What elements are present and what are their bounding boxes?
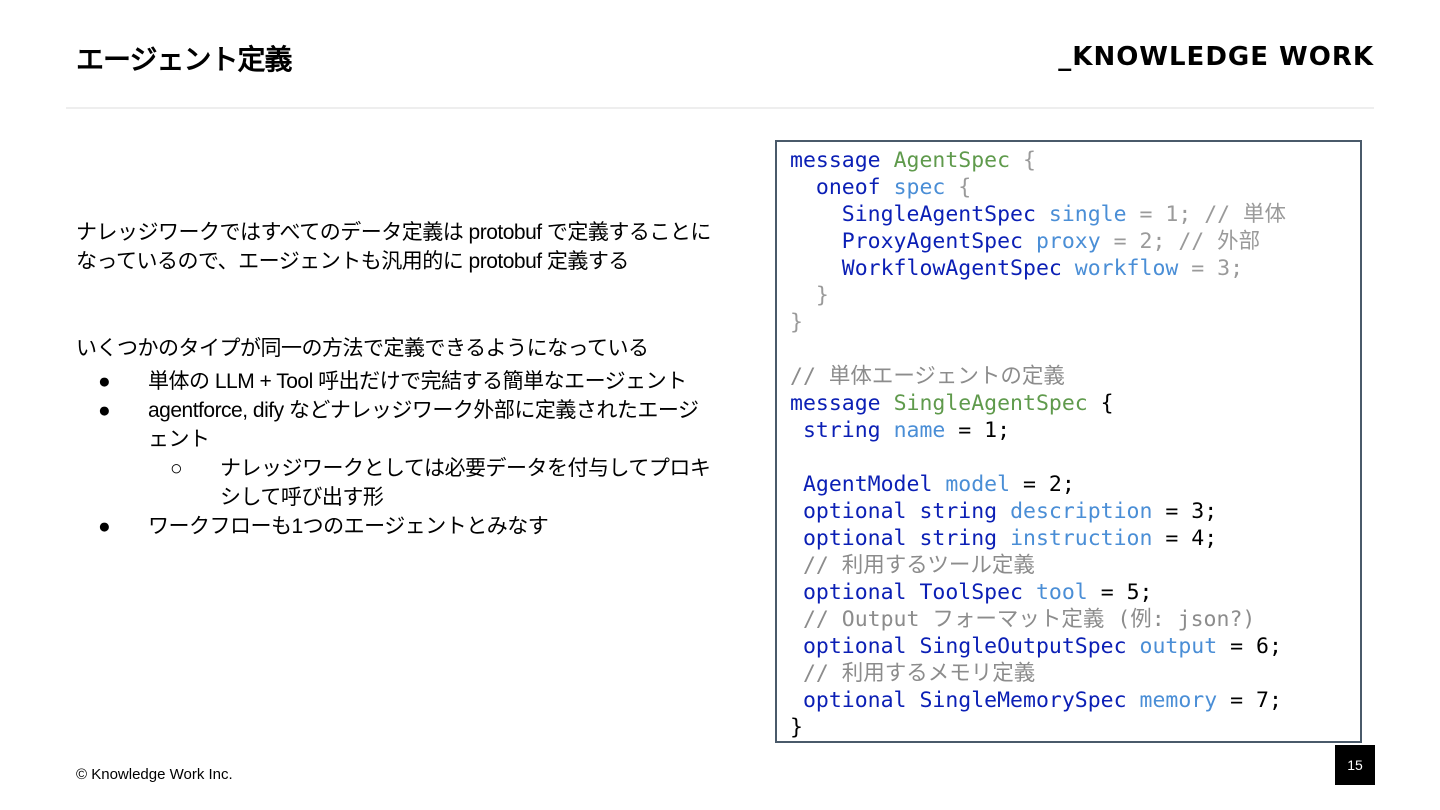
- code-token: optional SingleMemorySpec: [790, 688, 1140, 713]
- code-line: oneof spec {: [790, 174, 1360, 201]
- code-token: ProxyAgentSpec: [790, 229, 1036, 254]
- code-token: = 1; // 単体: [1139, 202, 1287, 227]
- list-item: ● ワークフローも1つのエージェントとみなす: [76, 512, 716, 541]
- bullet-icon: ●: [98, 399, 111, 422]
- code-token: }: [790, 310, 803, 335]
- bullet-list: ● 単体の LLM + Tool 呼出だけで完結する簡単なエージェント ● ag…: [76, 367, 716, 541]
- code-line: optional string instruction = 4;: [790, 525, 1360, 552]
- sub-bullet-list: ○ ナレッジワークとしては必要データを付与してプロキシして呼び出す形: [148, 454, 716, 512]
- code-token: instruction: [1010, 526, 1166, 551]
- code-token: = 2; // 外部: [1113, 229, 1261, 254]
- code-token: // Output フォーマット定義 (例: json?): [790, 607, 1256, 632]
- code-token: AgentSpec: [893, 148, 1024, 173]
- code-token: SingleAgentSpec: [893, 391, 1101, 416]
- code-line: }: [790, 282, 1360, 309]
- code-token: = 2;: [1023, 472, 1075, 497]
- intro-paragraph: ナレッジワークではすべてのデータ定義は protobuf で定義することになって…: [76, 221, 711, 273]
- bullet-icon: ●: [98, 370, 111, 393]
- code-token: spec: [893, 175, 959, 200]
- code-token: description: [1010, 499, 1166, 524]
- code-token: }: [790, 715, 803, 740]
- code-token: oneof: [790, 175, 894, 200]
- code-token: optional string: [790, 499, 1011, 524]
- code-token: proxy: [1035, 229, 1114, 254]
- list-item-text: agentforce, dify などナレッジワーク外部に定義されたエージェント: [148, 399, 699, 451]
- code-line: }: [790, 714, 1360, 741]
- code-token: WorkflowAgentSpec: [790, 256, 1075, 281]
- code-token: = 3;: [1191, 256, 1244, 281]
- code-line: WorkflowAgentSpec workflow = 3;: [790, 255, 1360, 282]
- code-token: tool: [1035, 580, 1101, 605]
- code-line: optional SingleMemorySpec memory = 7;: [790, 687, 1360, 714]
- bullet-icon: ●: [98, 515, 111, 538]
- code-token: SingleAgentSpec: [790, 202, 1049, 227]
- code-token: AgentModel: [790, 472, 946, 497]
- code-token: string: [790, 418, 894, 443]
- code-token: optional ToolSpec: [790, 580, 1036, 605]
- code-line: // 利用するツール定義: [790, 552, 1360, 579]
- code-token: = 6;: [1230, 634, 1282, 659]
- list-item-text: ワークフローも1つのエージェントとみなす: [148, 515, 549, 538]
- code-token: {: [1100, 391, 1114, 416]
- code-token: single: [1048, 202, 1140, 227]
- code-token: {: [958, 175, 972, 200]
- code-token: = 4;: [1165, 526, 1218, 551]
- list-item: ● 単体の LLM + Tool 呼出だけで完結する簡単なエージェント: [76, 367, 716, 396]
- body-text: ナレッジワークではすべてのデータ定義は protobuf で定義することになって…: [76, 218, 716, 541]
- list-item-text: 単体の LLM + Tool 呼出だけで完結する簡単なエージェント: [148, 370, 687, 393]
- code-line: }: [790, 309, 1360, 336]
- code-token: // 利用するメモリ定義: [790, 661, 1036, 686]
- code-token: memory: [1139, 688, 1231, 713]
- header-divider: [66, 107, 1374, 109]
- code-token: {: [1023, 148, 1036, 173]
- list-item: ● agentforce, dify などナレッジワーク外部に定義されたエージェ…: [76, 396, 716, 512]
- page-number: 15: [1335, 745, 1375, 785]
- code-token: // 単体エージェントの定義: [790, 364, 1065, 389]
- code-line: // 単体エージェントの定義: [790, 363, 1360, 390]
- code-line: optional SingleOutputSpec output = 6;: [790, 633, 1360, 660]
- code-token: workflow: [1074, 256, 1192, 281]
- code-line: optional ToolSpec tool = 5;: [790, 579, 1360, 606]
- code-block: message AgentSpec { oneof spec { SingleA…: [775, 140, 1362, 743]
- code-line: optional string description = 3;: [790, 498, 1360, 525]
- code-line: message SingleAgentSpec {: [790, 390, 1360, 417]
- code-token: = 7;: [1230, 688, 1282, 713]
- sub-list-item: ○ ナレッジワークとしては必要データを付与してプロキシして呼び出す形: [148, 454, 716, 512]
- code-token: optional string: [790, 526, 1011, 551]
- code-token: // 利用するツール定義: [790, 553, 1035, 578]
- sub-list-item-text: ナレッジワークとしては必要データを付与してプロキシして呼び出す形: [220, 457, 711, 509]
- code-token: = 1;: [958, 418, 1011, 443]
- code-line: message AgentSpec {: [790, 147, 1360, 174]
- code-token: name: [893, 418, 959, 443]
- code-line: string name = 1;: [790, 417, 1360, 444]
- code-line: // Output フォーマット定義 (例: json?): [790, 606, 1360, 633]
- code-token: optional SingleOutputSpec: [790, 634, 1140, 659]
- code-line: // 利用するメモリ定義: [790, 660, 1360, 687]
- types-paragraph: いくつかのタイプが同一の方法で定義できるようになっている: [76, 337, 649, 360]
- code-token: message: [790, 391, 894, 416]
- copyright-text: © Knowledge Work Inc.: [76, 766, 233, 783]
- slide-title: エージェント定義: [76, 44, 292, 75]
- code-line: AgentModel model = 2;: [790, 471, 1360, 498]
- code-token: = 3;: [1165, 499, 1218, 524]
- code-token: output: [1139, 634, 1231, 659]
- code-line: SingleAgentSpec single = 1; // 単体: [790, 201, 1360, 228]
- code-token: = 5;: [1100, 580, 1153, 605]
- code-token: }: [790, 283, 829, 308]
- code-token: model: [945, 472, 1024, 497]
- circle-bullet-icon: ○: [170, 457, 183, 480]
- code-line: ProxyAgentSpec proxy = 2; // 外部: [790, 228, 1360, 255]
- brand-logo: _KNOWLEDGE WORK: [1058, 42, 1374, 72]
- code-token: message: [790, 148, 894, 173]
